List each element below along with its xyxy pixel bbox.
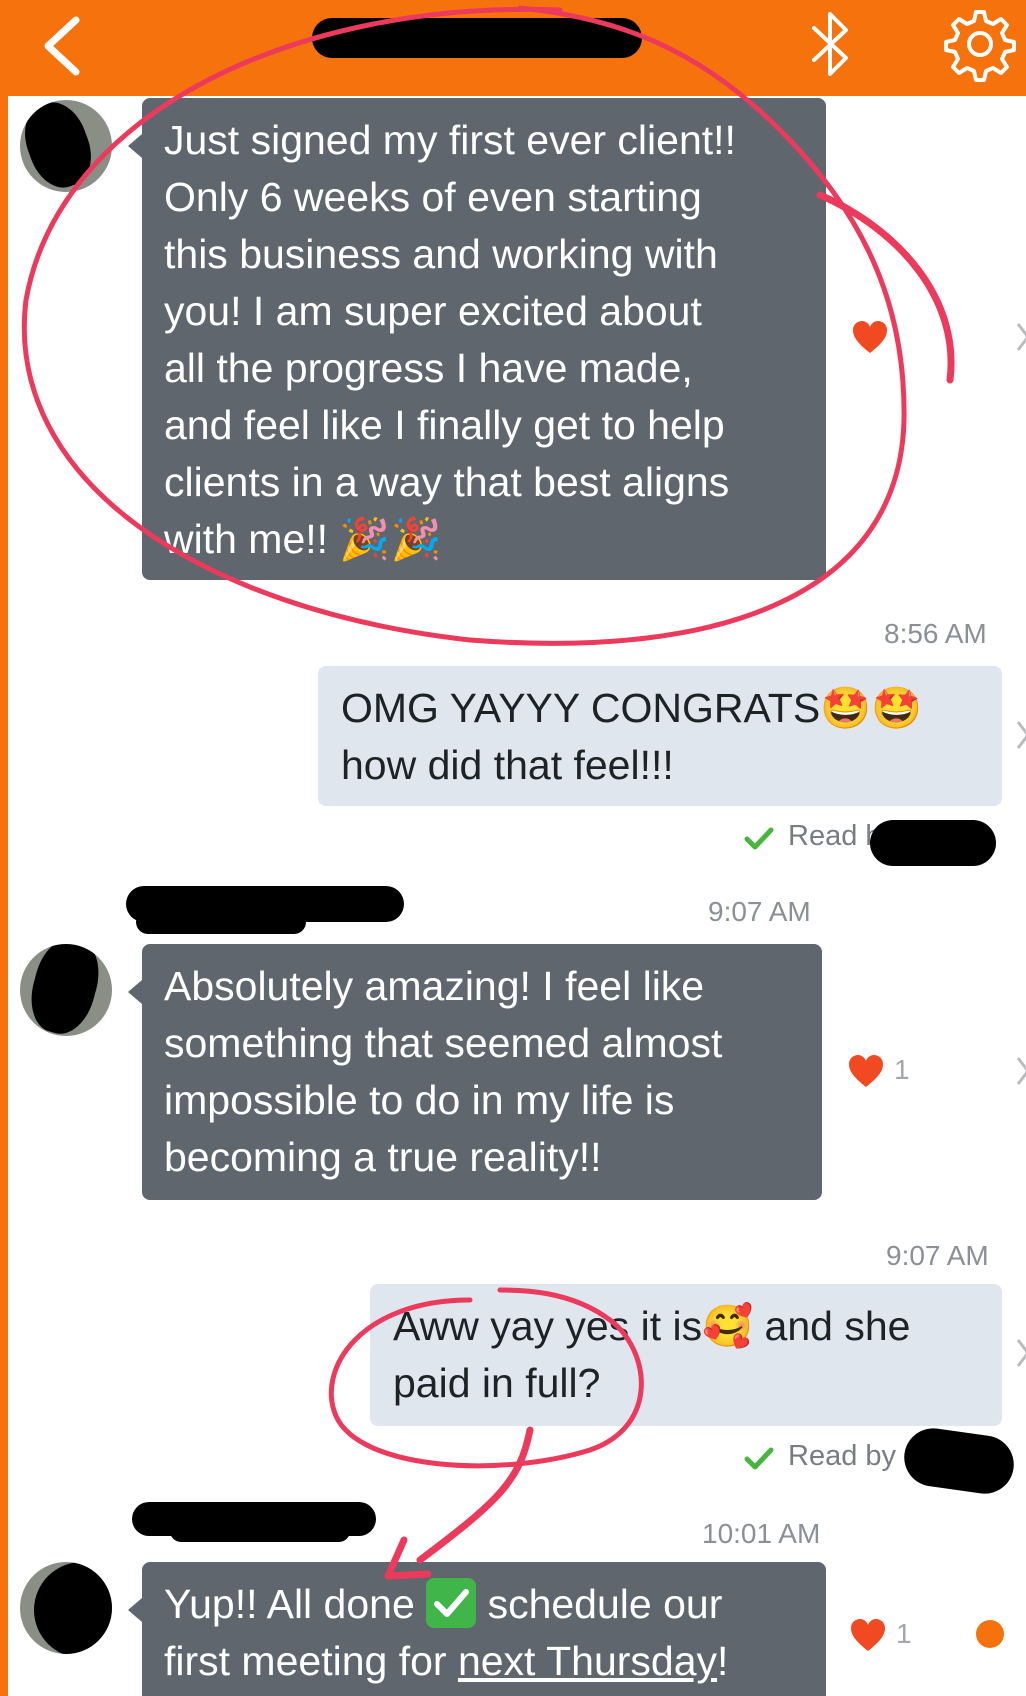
- chevron-right-icon[interactable]: [1016, 720, 1026, 750]
- chevron-left-icon[interactable]: [28, 8, 98, 84]
- message-line: becoming a true reality!!: [164, 1134, 602, 1180]
- message-text: first meeting for: [164, 1638, 447, 1684]
- message-line: you! I am super excited about: [164, 288, 702, 334]
- message-line: first meeting for next Thursday!: [164, 1633, 806, 1690]
- avatar[interactable]: [20, 944, 112, 1036]
- message-line: Just signed my first ever client!!: [164, 117, 736, 163]
- redacted-sender-name-2: [136, 910, 306, 934]
- annotation-arrow: [416, 1426, 534, 1564]
- heart-reaction-icon[interactable]: [848, 1054, 884, 1090]
- avatar[interactable]: [20, 1562, 112, 1654]
- avatar[interactable]: [20, 100, 112, 192]
- gear-icon[interactable]: [940, 4, 1020, 84]
- message-timestamp: 9:07 AM: [708, 896, 811, 927]
- message-bubble-incoming[interactable]: Absolutely amazing! I feel like somethin…: [128, 944, 822, 1200]
- message-line: how did that feel!!!: [341, 742, 674, 788]
- message-line: OMG YAYYY CONGRATS🤩🤩: [341, 685, 923, 731]
- read-receipt: Read by: [788, 1440, 897, 1472]
- message-bubble-incoming[interactable]: Yup!! All done schedule our first meetin…: [128, 1562, 826, 1696]
- message-timestamp: 9:07 AM: [886, 1240, 989, 1271]
- message-bubble-outgoing[interactable]: OMG YAYYY CONGRATS🤩🤩 how did that feel!!…: [318, 666, 1002, 806]
- message-line: and feel like I finally get to help: [164, 402, 725, 448]
- read-receipt: Read b: [788, 820, 882, 852]
- message-text: !: [717, 1638, 729, 1684]
- redacted-reader-name: [900, 1424, 1018, 1498]
- message-timestamp: 8:56 AM: [884, 618, 987, 649]
- message-line: Absolutely amazing! I feel like: [164, 963, 705, 1009]
- date-link[interactable]: next Thursday: [458, 1638, 717, 1684]
- chevron-right-icon[interactable]: [1016, 322, 1026, 352]
- left-accent-strip: [0, 96, 8, 1696]
- reaction-count: 1: [896, 1618, 912, 1649]
- chevron-right-icon[interactable]: [1016, 1056, 1026, 1086]
- chevron-right-icon[interactable]: [1016, 1338, 1026, 1368]
- heart-reaction-icon[interactable]: [852, 320, 888, 356]
- message-line: something that seemed almost: [164, 1020, 723, 1066]
- message-line: impossible to do in my life is: [164, 1077, 675, 1123]
- message-line: all the progress I have made,: [164, 345, 693, 391]
- unread-dot: [976, 1620, 1004, 1648]
- message-bubble-outgoing[interactable]: Aww yay yes it is🥰 and she paid in full?: [370, 1284, 1002, 1426]
- message-text: Yup!! All done: [164, 1581, 415, 1627]
- message-line: with me!! 🎉🎉: [164, 516, 442, 562]
- heart-reaction-icon[interactable]: [850, 1618, 886, 1654]
- message-bubble-incoming[interactable]: Just signed my first ever client!! Only …: [128, 98, 826, 580]
- message-timestamp: 10:01 AM: [702, 1518, 821, 1549]
- message-line: paid in full?: [393, 1360, 601, 1406]
- redacted-contact-name-2: [330, 34, 620, 58]
- redacted-reader-name: [870, 820, 996, 866]
- redacted-sender-name-2: [170, 1520, 350, 1542]
- message-line: Yup!! All done schedule our: [164, 1576, 806, 1633]
- check-mark-emoji-icon: [426, 1578, 477, 1629]
- message-line: Only 6 weeks of even starting: [164, 174, 702, 220]
- message-text: schedule our: [487, 1581, 723, 1627]
- bluetooth-icon[interactable]: [800, 8, 860, 80]
- read-check-icon: [744, 1447, 774, 1470]
- reaction-count: 1: [894, 1054, 910, 1085]
- read-check-icon: [744, 827, 774, 850]
- message-line: Aww yay yes it is🥰 and she: [393, 1303, 911, 1349]
- message-line: clients in a way that best aligns: [164, 459, 730, 505]
- message-line: this business and working with: [164, 231, 718, 277]
